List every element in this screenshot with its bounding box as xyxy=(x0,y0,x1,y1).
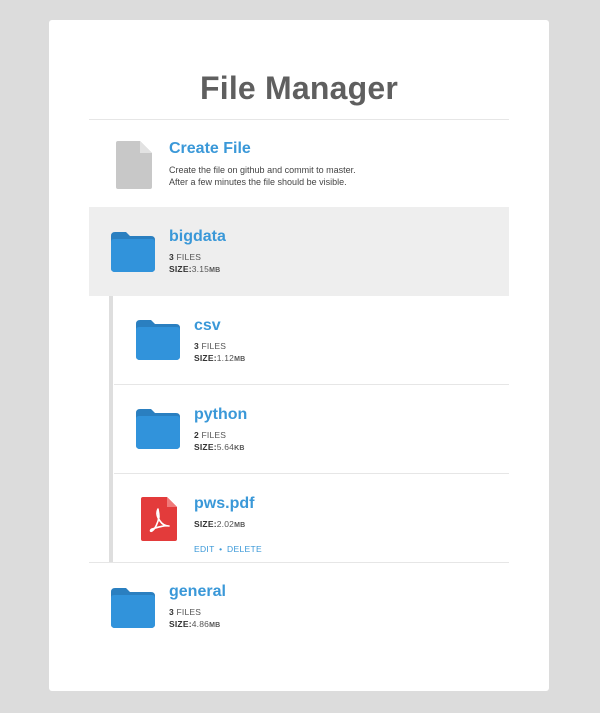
file-count: 2 FILES xyxy=(194,429,245,441)
folder-icon xyxy=(136,409,180,449)
file-size: SIZE:4.86MB xyxy=(169,618,220,632)
size-label: SIZE: xyxy=(169,619,192,629)
description-line: Create the file on github and commit to … xyxy=(169,165,356,175)
size-unit: MB xyxy=(234,356,246,363)
file-count: 3 FILES xyxy=(169,251,220,263)
file-count-label: FILES xyxy=(176,607,202,617)
size-label: SIZE: xyxy=(194,519,217,529)
entry-name[interactable]: csv xyxy=(194,317,221,335)
size-value: 4.86 xyxy=(191,619,210,629)
entry-meta: SIZE:2.02MB xyxy=(194,518,245,532)
file-size: SIZE:5.64KB xyxy=(194,441,245,455)
size-value: 5.64 xyxy=(216,442,235,452)
file-count-label: FILES xyxy=(201,341,227,351)
size-unit: KB xyxy=(234,445,245,452)
folder-row-general[interactable]: general 3 FILES SIZE:4.86MB xyxy=(89,563,509,652)
create-file-link[interactable]: Create File xyxy=(169,140,251,158)
size-value: 1.12 xyxy=(216,353,235,363)
create-file-row[interactable]: Create File Create the file on github an… xyxy=(89,120,509,209)
separator-dot: • xyxy=(219,544,223,554)
file-count: 3 FILES xyxy=(169,606,220,618)
size-unit: MB xyxy=(209,267,221,274)
size-value: 2.02 xyxy=(216,519,235,529)
file-count-value: 3 xyxy=(194,341,199,351)
entry-name[interactable]: bigdata xyxy=(169,228,226,246)
entry-meta: 3 FILES SIZE:3.15MB xyxy=(169,251,220,277)
blank-file-icon xyxy=(116,140,152,189)
folder-row-csv[interactable]: csv 3 FILES SIZE:1.12MB xyxy=(114,296,509,385)
page-title: File Manager xyxy=(199,70,398,106)
file-count-value: 3 xyxy=(169,252,174,262)
folder-icon xyxy=(136,320,180,360)
size-unit: MB xyxy=(209,622,221,629)
folder-row-python[interactable]: python 2 FILES SIZE:5.64KB xyxy=(114,385,509,474)
file-size: SIZE:1.12MB xyxy=(194,352,245,366)
entry-name[interactable]: pws.pdf xyxy=(194,495,254,513)
file-count-value: 2 xyxy=(194,430,199,440)
folder-icon xyxy=(111,587,155,628)
entry-name[interactable]: python xyxy=(194,406,247,424)
size-label: SIZE: xyxy=(169,264,192,274)
file-size: SIZE:2.02MB xyxy=(194,518,245,532)
size-unit: MB xyxy=(234,522,246,529)
size-value: 3.15 xyxy=(191,264,210,274)
file-count-value: 3 xyxy=(169,607,174,617)
file-count-label: FILES xyxy=(176,252,202,262)
entry-meta: 3 FILES SIZE:4.86MB xyxy=(169,606,220,632)
file-row-pws-pdf[interactable]: pws.pdf SIZE:2.02MB EDIT • DELETE xyxy=(114,474,509,563)
entry-name[interactable]: general xyxy=(169,583,226,601)
file-count: 3 FILES xyxy=(194,340,245,352)
file-manager-panel: File Manager Create File Create the file… xyxy=(49,20,549,691)
edit-link[interactable]: EDIT xyxy=(194,544,214,554)
entry-meta: 2 FILES SIZE:5.64KB xyxy=(194,429,245,455)
file-size: SIZE:3.15MB xyxy=(169,263,220,277)
folder-icon xyxy=(111,231,155,272)
create-file-description: Create the file on github and commit to … xyxy=(169,164,356,188)
size-label: SIZE: xyxy=(194,353,217,363)
description-line: After a few minutes the file should be v… xyxy=(169,177,347,187)
entry-meta: 3 FILES SIZE:1.12MB xyxy=(194,340,245,366)
pdf-file-icon xyxy=(141,496,177,541)
folder-row-bigdata[interactable]: bigdata 3 FILES SIZE:3.15MB xyxy=(89,207,509,296)
file-count-label: FILES xyxy=(201,430,227,440)
nested-indent-bar xyxy=(109,296,113,562)
size-label: SIZE: xyxy=(194,442,217,452)
delete-link[interactable]: DELETE xyxy=(227,544,262,554)
file-actions: EDIT • DELETE xyxy=(194,544,262,554)
